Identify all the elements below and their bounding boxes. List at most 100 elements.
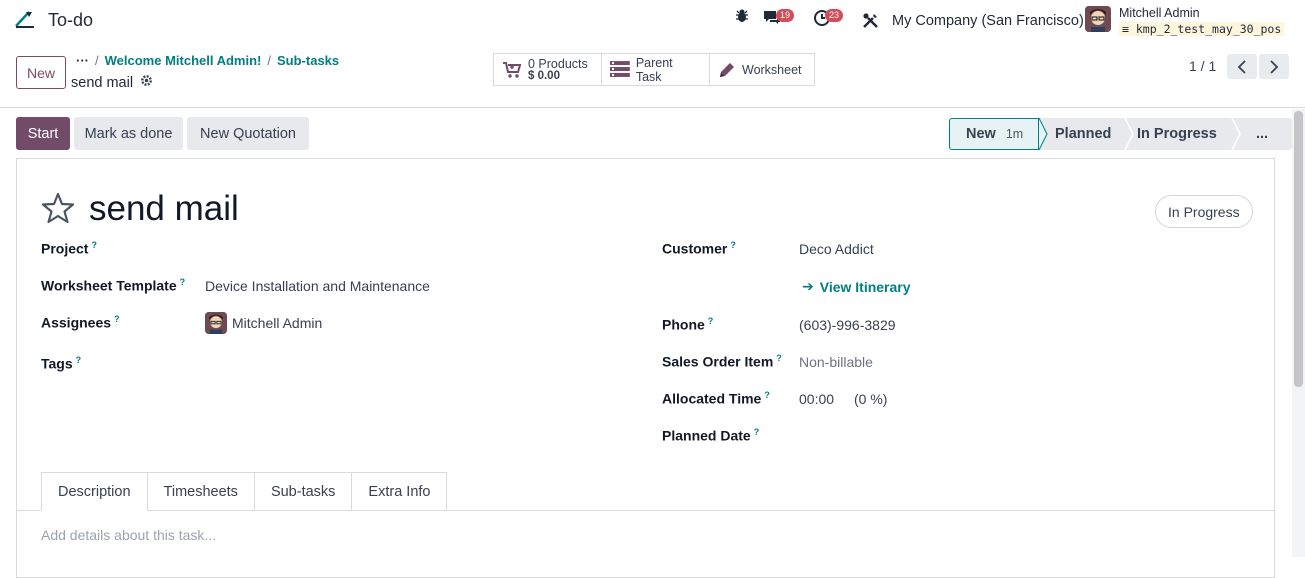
tools-icon[interactable] <box>862 12 879 29</box>
view-itinerary-link[interactable]: ➔ View Itinerary <box>802 278 911 295</box>
breadcrumb-more-icon[interactable]: ··· <box>76 53 89 68</box>
allocated-time-field[interactable]: 00:00 <box>799 391 834 407</box>
help-icon[interactable]: ? <box>114 314 120 324</box>
tags-label-text: Tags <box>41 355 73 372</box>
description-editor[interactable]: Add details about this task... <box>41 527 216 543</box>
parent-task-label: Parent Task <box>635 55 673 84</box>
project-label-text: Project <box>41 240 89 257</box>
sales-order-item-label: Sales Order Item? <box>662 353 782 370</box>
breadcrumb-welcome[interactable]: Welcome Mitchell Admin! <box>105 53 262 68</box>
products-amount: $ 0.00 <box>528 69 560 82</box>
help-icon[interactable]: ? <box>776 353 782 363</box>
help-icon[interactable]: ? <box>76 355 82 365</box>
activities-button[interactable]: 23 <box>813 8 844 26</box>
activities-badge: 23 <box>825 9 844 22</box>
breadcrumb: ··· / Welcome Mitchell Admin! / Sub-task… <box>76 53 339 68</box>
user-menu[interactable]: Mitchell Admin ≡ kmp_2_test_may_30_pos <box>1085 6 1285 36</box>
smart-buttons: 0 Products $ 0.00 Parent Task Worksheet <box>493 53 815 86</box>
phone-label-text: Phone <box>662 316 705 333</box>
assignees-label-text: Assignees <box>41 314 112 331</box>
pager-next-button[interactable] <box>1259 54 1289 79</box>
scrollbar-thumb[interactable] <box>1294 111 1303 387</box>
help-icon[interactable]: ? <box>708 316 714 326</box>
view-itinerary-label: View Itinerary <box>819 278 911 295</box>
gear-icon[interactable] <box>140 74 153 91</box>
task-name[interactable]: send mail <box>89 189 239 229</box>
pager-value[interactable]: 1 / 1 <box>1189 58 1216 74</box>
control-panel: New ··· / Welcome Mitchell Admin! / Sub-… <box>0 44 1305 108</box>
chevron-right-icon <box>1270 59 1279 74</box>
sales-order-item-field[interactable]: Non-billable <box>799 354 873 370</box>
tab-extra-info[interactable]: Extra Info <box>352 472 448 511</box>
breadcrumb-separator: / <box>267 53 271 68</box>
chevron-left-icon <box>1237 59 1246 74</box>
customer-label: Customer? <box>662 240 736 257</box>
breadcrumb-subtasks[interactable]: Sub-tasks <box>277 53 339 68</box>
database-icon: ≡ <box>1122 22 1129 36</box>
user-name: Mitchell Admin <box>1119 6 1200 20</box>
top-navbar: To-do 19 23 My Company (San Francisco) M… <box>0 0 1305 44</box>
worksheet-label: Worksheet <box>742 62 802 77</box>
scrollbar[interactable] <box>1292 109 1305 557</box>
help-icon[interactable]: ? <box>764 390 770 400</box>
record-name: send mail <box>71 74 134 91</box>
sales-order-item-label-text: Sales Order Item <box>662 353 774 370</box>
products-smart-button[interactable]: 0 Products $ 0.00 <box>494 54 602 85</box>
planned-date-label: Planned Date? <box>662 427 759 444</box>
new-quotation-button[interactable]: New Quotation <box>187 117 309 150</box>
allocated-time-label: Allocated Time? <box>662 390 770 407</box>
app-brand[interactable]: To-do <box>14 9 93 32</box>
messages-button[interactable]: 19 <box>762 8 795 26</box>
help-icon[interactable]: ? <box>180 277 186 287</box>
parent-task-smart-button[interactable]: Parent Task <box>602 54 710 85</box>
stage-arrows <box>1038 118 1241 150</box>
phone-field[interactable]: (603)-996-3829 <box>799 317 896 333</box>
app-name: To-do <box>48 10 94 30</box>
phone-label: Phone? <box>662 316 713 333</box>
arrow-right-icon: ➔ <box>802 278 814 294</box>
help-icon[interactable]: ? <box>754 427 760 437</box>
help-icon[interactable]: ? <box>91 240 97 250</box>
worksheet-template-field[interactable]: Device Installation and Maintenance <box>205 278 430 294</box>
form-sheet: send mail In Progress Project? Worksheet… <box>16 158 1275 578</box>
assignees-label: Assignees? <box>41 314 120 331</box>
help-icon[interactable]: ? <box>730 240 736 250</box>
allocated-time-percent: (0 %) <box>854 391 888 407</box>
planned-date-label-text: Planned Date <box>662 427 751 444</box>
pager-previous-button[interactable] <box>1227 54 1257 79</box>
worksheet-template-label-text: Worksheet Template <box>41 277 177 294</box>
allocated-time-label-text: Allocated Time <box>662 390 762 407</box>
tab-sub-tasks[interactable]: Sub-tasks <box>254 472 353 511</box>
pencil-icon <box>720 62 734 77</box>
task-title: send mail <box>41 189 239 229</box>
form-statusbar: Start Mark as done New Quotation New 1m … <box>0 109 1292 157</box>
database-label: kmp_2_test_may_30_pos <box>1135 22 1282 36</box>
todo-app-icon <box>14 9 36 32</box>
database-name: ≡ kmp_2_test_may_30_pos <box>1119 22 1285 36</box>
notebook-tabs: Description Timesheets Sub-tasks Extra I… <box>41 472 448 511</box>
cart-icon <box>503 61 522 78</box>
tasks-icon <box>610 61 630 77</box>
assignee-name: Mitchell Admin <box>232 315 323 331</box>
assignee-avatar <box>205 312 227 334</box>
products-count: 0 Products <box>528 56 588 71</box>
start-button[interactable]: Start <box>16 117 70 150</box>
tab-description[interactable]: Description <box>41 472 148 511</box>
debug-icon[interactable] <box>734 8 750 24</box>
star-icon[interactable] <box>41 192 75 227</box>
customer-label-text: Customer <box>662 240 728 257</box>
assignees-field[interactable]: Mitchell Admin <box>205 312 322 334</box>
tags-label: Tags? <box>41 355 81 372</box>
worksheet-template-label: Worksheet Template? <box>41 277 185 294</box>
new-button[interactable]: New <box>16 56 66 89</box>
customer-field[interactable]: Deco Addict <box>799 241 874 257</box>
messages-badge: 19 <box>776 9 795 22</box>
breadcrumb-separator: / <box>95 53 99 68</box>
user-avatar <box>1085 6 1111 32</box>
worksheet-smart-button[interactable]: Worksheet <box>710 54 814 85</box>
project-label: Project? <box>41 240 97 257</box>
mark-as-done-button[interactable]: Mark as done <box>74 117 183 150</box>
state-selector[interactable]: In Progress <box>1155 195 1253 228</box>
company-switcher[interactable]: My Company (San Francisco) <box>892 13 1084 29</box>
tab-timesheets[interactable]: Timesheets <box>147 472 255 511</box>
